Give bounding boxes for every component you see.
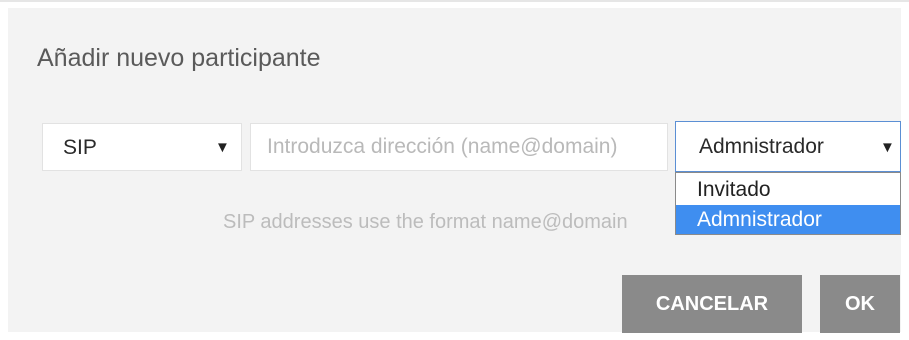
dialog-title: Añadir nuevo participante xyxy=(37,44,321,72)
address-format-hint: SIP addresses use the format name@domain xyxy=(223,211,628,233)
address-input[interactable] xyxy=(251,124,667,170)
role-option-administrador[interactable]: Admnistrador xyxy=(676,205,900,234)
role-dropdown-list: Invitado Admnistrador xyxy=(675,172,901,235)
address-field[interactable] xyxy=(250,123,668,171)
role-select-value: Admnistrador xyxy=(699,135,824,158)
cancel-button[interactable]: CANCELAR xyxy=(622,275,802,333)
protocol-select[interactable]: SIP ▼ xyxy=(42,123,242,171)
ok-button[interactable]: OK xyxy=(820,275,900,333)
add-participant-dialog: Añadir nuevo participante SIP ▼ Admnistr… xyxy=(8,8,901,333)
dropdown-arrow-icon: ▼ xyxy=(215,139,230,156)
role-option-invitado[interactable]: Invitado xyxy=(676,175,900,204)
role-select[interactable]: Admnistrador ▼ xyxy=(675,121,901,172)
dropdown-arrow-icon: ▼ xyxy=(880,139,895,156)
protocol-select-value: SIP xyxy=(63,136,97,159)
top-divider xyxy=(0,0,909,2)
